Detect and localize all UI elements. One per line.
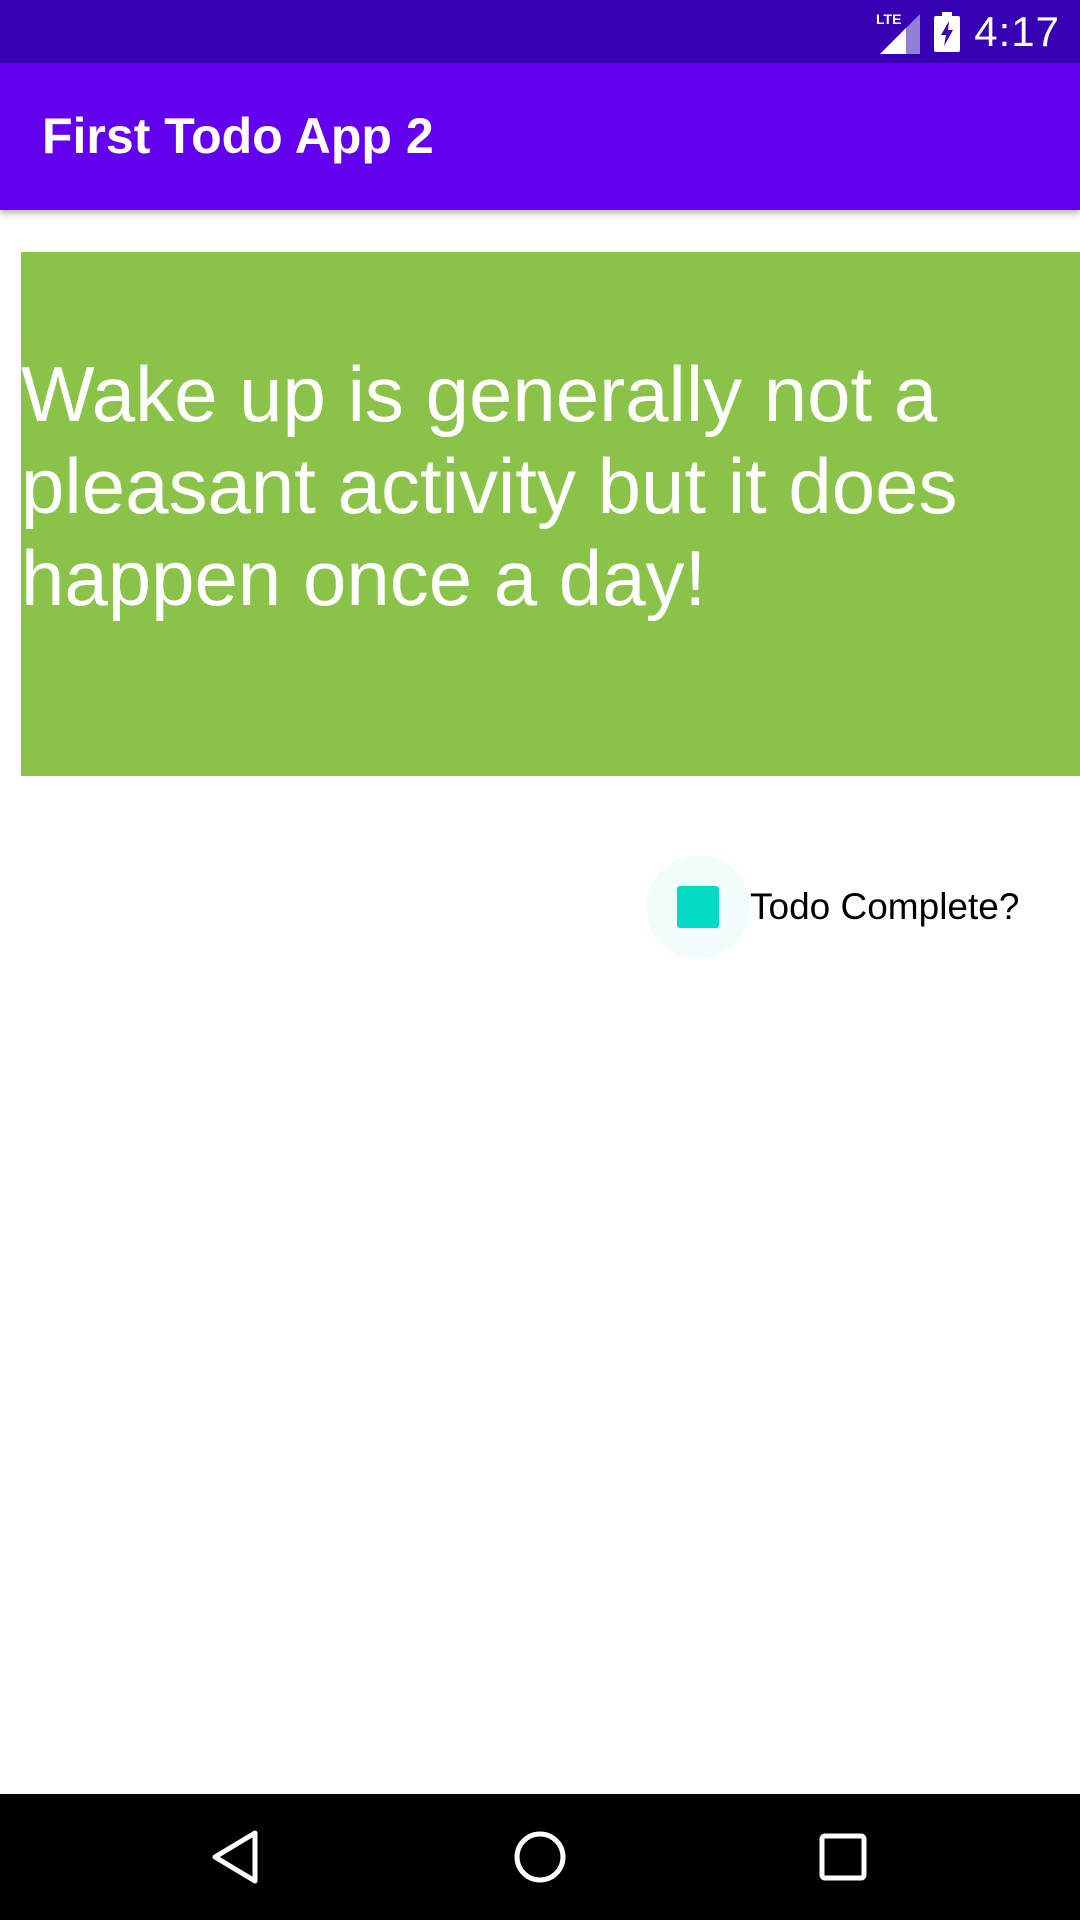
- status-icons: LTE 4:17: [876, 0, 1060, 63]
- navigation-bar: [0, 1794, 1080, 1920]
- back-icon: [209, 1829, 261, 1885]
- app-title: First Todo App 2: [42, 108, 434, 164]
- recents-button[interactable]: [778, 1794, 908, 1920]
- todo-card: Wake up is generally not a pleasant acti…: [21, 252, 1080, 776]
- recents-icon: [818, 1832, 868, 1882]
- todo-complete-checkbox[interactable]: Todo Complete?: [646, 855, 1019, 959]
- status-bar: LTE 4:17: [0, 0, 1080, 63]
- lte-signal-icon: LTE: [876, 10, 921, 54]
- back-button[interactable]: [170, 1794, 300, 1920]
- home-icon: [512, 1829, 568, 1885]
- todo-text: Wake up is generally not a pleasant acti…: [21, 350, 958, 622]
- app-bar: First Todo App 2: [0, 63, 1080, 210]
- checkbox-box[interactable]: [677, 886, 719, 928]
- battery-charging-icon: [934, 11, 961, 52]
- home-button[interactable]: [475, 1794, 605, 1920]
- network-type-label: LTE: [876, 11, 901, 27]
- status-time: 4:17: [974, 7, 1060, 55]
- checkbox-ripple[interactable]: [646, 855, 750, 959]
- checkbox-label[interactable]: Todo Complete?: [750, 886, 1019, 928]
